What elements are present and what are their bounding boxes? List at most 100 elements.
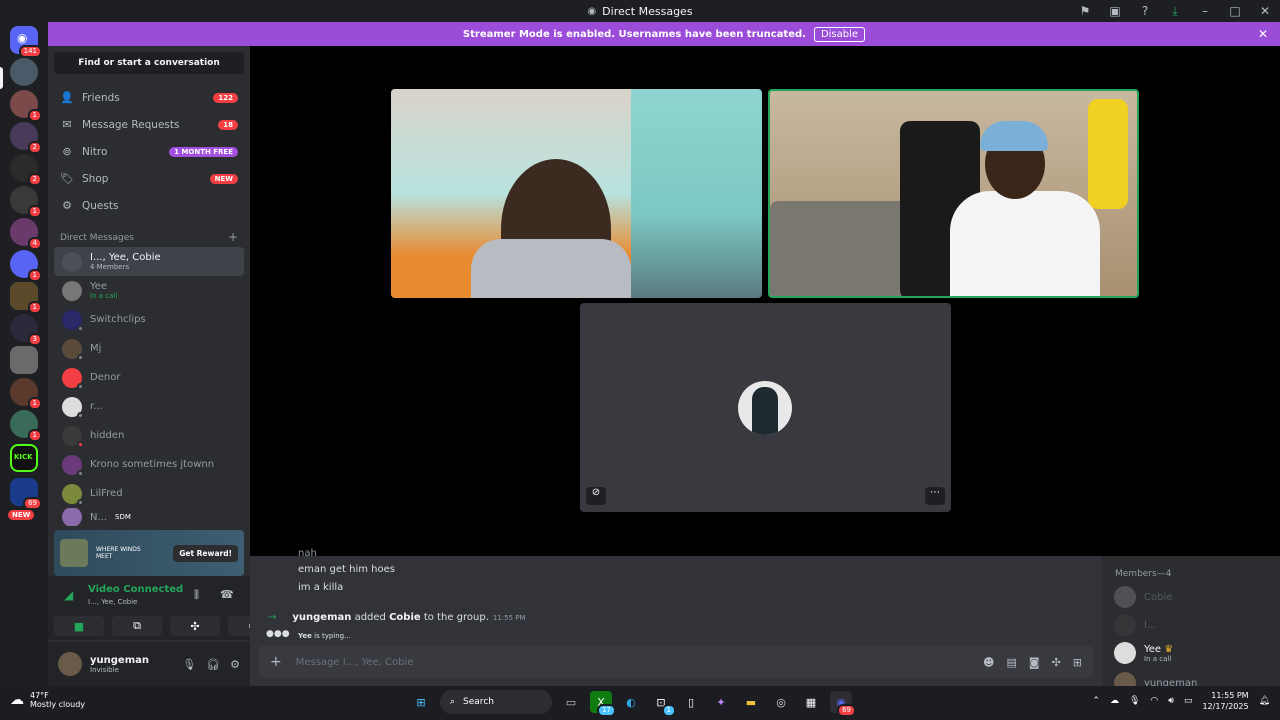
dm-item[interactable]: N... SDM (54, 508, 244, 526)
find-conversation-button[interactable]: Find or start a conversation (54, 52, 244, 74)
server-icon[interactable]: 1 (10, 410, 42, 442)
server-icon[interactable] (10, 346, 38, 374)
video-tile-avatar[interactable]: ⊘ ⋯ (580, 303, 951, 512)
server-icon[interactable]: 2 (10, 122, 42, 154)
taskbar-search[interactable]: ⌕ Search (440, 690, 552, 714)
chevron-up-icon[interactable]: ⌃ (1092, 696, 1100, 706)
server-icon[interactable]: 1 (10, 282, 42, 314)
kick-server-icon[interactable]: KICK (10, 444, 38, 472)
copilot-icon[interactable]: ✦ (710, 691, 732, 713)
member-item[interactable]: Cobie (1114, 586, 1172, 608)
store-icon[interactable]: ⊡ 1 (650, 691, 676, 717)
dm-item[interactable]: LilFred (54, 479, 244, 508)
add-attachment-icon[interactable]: + (270, 654, 282, 670)
chrome-icon[interactable]: ◎ (770, 691, 792, 713)
server-icon[interactable]: 1 (10, 186, 42, 218)
video-tile-speaking[interactable] (768, 89, 1139, 298)
volume-icon[interactable]: 🔊︎ (1168, 696, 1174, 706)
nav-quests[interactable]: ⚙ Quests (48, 192, 250, 219)
dm-item[interactable]: I..., Yee, Cobie 4 Members (54, 247, 244, 276)
server-icon[interactable]: 1 (10, 378, 42, 410)
close-banner-icon[interactable]: ✕ (1258, 27, 1268, 41)
system-user[interactable]: yungeman (292, 612, 351, 623)
more-options-icon[interactable]: ⋯ (925, 487, 945, 505)
notifications-icon[interactable]: 🔔︎ (1259, 696, 1270, 706)
minimize-button[interactable]: – (1190, 4, 1220, 18)
server-icon[interactable]: 3 (10, 314, 42, 346)
nav-message-requests[interactable]: ✉ Message Requests 18 (48, 111, 250, 138)
screen-icon[interactable]: ▣ (1100, 4, 1130, 18)
apps-icon[interactable]: ✣ (1052, 656, 1061, 669)
nav-friends[interactable]: 👤 Friends 122 (48, 84, 250, 111)
disable-button[interactable]: Disable (813, 26, 866, 42)
avatar[interactable] (58, 652, 82, 676)
headphones-icon[interactable]: 🎧︎ (206, 658, 220, 671)
video-tile[interactable] (391, 89, 762, 298)
sticker-icon[interactable]: ◙ (1029, 656, 1040, 669)
server-icon[interactable]: 1 (10, 90, 42, 122)
nav-nitro[interactable]: ⊚ Nitro 1 MONTH FREE (48, 138, 250, 165)
download-icon[interactable]: ⤓ (1160, 4, 1190, 19)
close-button[interactable]: ✕ (1250, 4, 1280, 18)
dm-item[interactable]: Switchclips (54, 305, 244, 334)
system-target[interactable]: Cobie (389, 612, 421, 623)
maximize-button[interactable]: □ (1220, 4, 1250, 18)
message-input[interactable]: + Message I..., Yee, Cobie ☻ ▤ ◙ ✣ ⊞ (258, 646, 1094, 678)
disconnect-icon[interactable]: ☎ (220, 588, 234, 601)
dm-item[interactable]: Yee In a call (54, 276, 244, 305)
dm-item[interactable]: Mj (54, 334, 244, 363)
server-icon[interactable]: 4 (10, 218, 42, 250)
gif-icon[interactable]: ▤ (1006, 656, 1016, 669)
server-icon[interactable]: 69 (10, 478, 42, 510)
dm-item[interactable]: Krono sometimes jtownn (54, 450, 244, 479)
capture-icon[interactable]: ▦ (800, 691, 822, 713)
task-view-icon[interactable]: ▭ (560, 691, 582, 713)
battery-icon[interactable]: ▭ (1184, 696, 1193, 706)
window-title: Direct Messages (602, 4, 693, 18)
get-reward-button[interactable]: Get Reward! (173, 544, 238, 562)
member-list: Members—4 Cobie I... Yee ♛ In a call yung… (1102, 556, 1280, 694)
dm-name: I..., Yee, Cobie (90, 252, 161, 263)
nav-label: Message Requests (82, 118, 180, 131)
new-badge[interactable]: NEW (8, 510, 35, 520)
promo-title: WHERE WINDS MEET (96, 546, 141, 560)
folder-icon[interactable]: ▬ (740, 691, 762, 713)
onedrive-icon[interactable]: ☁ (1110, 696, 1119, 706)
badge: 69 (23, 497, 42, 510)
add-dm-button[interactable]: + (228, 231, 238, 243)
weather-widget[interactable]: ☁ 47°F Mostly cloudy (10, 691, 85, 709)
wifi-icon[interactable]: ◠ (1150, 696, 1158, 706)
gift-icon[interactable]: ⊞ (1073, 656, 1082, 669)
flag-icon[interactable]: ⚑ (1070, 4, 1100, 18)
member-item[interactable]: I... (1114, 614, 1157, 636)
home-icon[interactable]: ◉ 141 (10, 26, 42, 58)
screen-share-button[interactable]: ⧉ (112, 616, 162, 636)
signal-icon: ◢ (64, 588, 74, 602)
edge-icon[interactable]: ◐ (620, 691, 642, 713)
dm-item[interactable]: hidden (54, 421, 244, 450)
activities-button[interactable]: ✣ (170, 616, 220, 636)
avatar (1114, 642, 1136, 664)
microphone-icon[interactable]: 🎙︎ (1129, 696, 1140, 706)
camera-button[interactable]: ■ (54, 616, 104, 636)
badge: NEW (209, 173, 238, 184)
clock[interactable]: 11:55 PM 12/17/2025 (1202, 690, 1248, 712)
windows-taskbar: ☁ 47°F Mostly cloudy ⊞ ⌕ Search ▭ X 17 ◐ ⊡ 1… (0, 686, 1280, 720)
nav-shop[interactable]: 🏷 Shop NEW (48, 165, 250, 192)
server-icon[interactable]: 2 (10, 154, 42, 186)
server-icon[interactable] (10, 58, 38, 86)
notepad-icon[interactable]: ▯ (680, 691, 702, 713)
help-icon[interactable]: ? (1130, 4, 1160, 18)
settings-gear-icon[interactable]: ⚙ (230, 658, 240, 671)
microphone-icon[interactable]: 🎙︎ (182, 658, 196, 671)
start-button[interactable]: ⊞ (410, 691, 432, 713)
user-panel: yungeman Invisible 🎙︎ 🎧︎ ⚙ (48, 642, 250, 686)
dm-item[interactable]: r... (54, 392, 244, 421)
discord-taskbar-icon[interactable]: ◉ 69 (830, 691, 856, 717)
app-icon[interactable]: ☻ (983, 656, 994, 669)
member-item[interactable]: Yee ♛ In a call (1114, 642, 1173, 664)
dm-item[interactable]: Denor (54, 363, 244, 392)
server-icon[interactable]: 1 (10, 250, 42, 282)
xbox-icon[interactable]: X 17 (590, 691, 616, 717)
soundboard-icon[interactable]: ⫼ (194, 588, 199, 602)
